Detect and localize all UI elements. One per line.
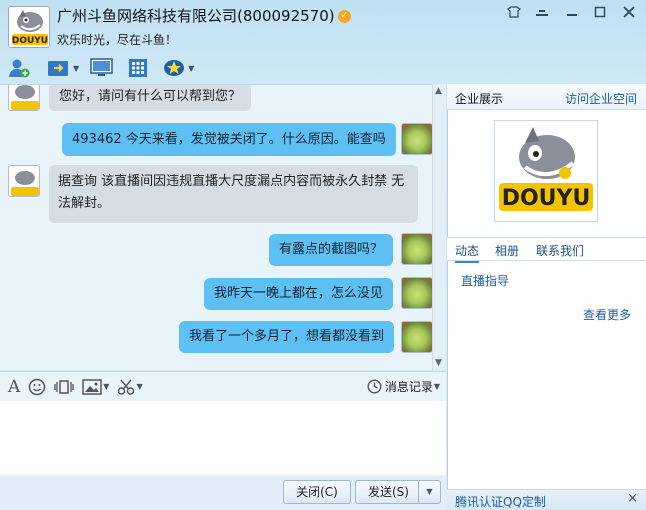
enterprise-logo-image[interactable]: DOUYU [494,120,598,222]
transfer-file-icon[interactable] [46,56,72,80]
enterprise-tabs: 动态 相册 联系我们 [447,237,646,263]
send-button[interactable]: 发送(S) ▼ [355,480,441,504]
transfer-dropdown-icon[interactable]: ▼ [73,64,79,73]
scroll-down-icon[interactable]: ▼ [435,358,442,368]
add-contact-icon[interactable] [6,56,32,80]
qq-certified-link[interactable]: 腾讯认证QQ定制 [455,493,546,510]
douyu-logo-icon: DOUYU [499,127,593,211]
live-guide-link[interactable]: 直播指导 [461,272,509,289]
douyu-logo-icon: DOUYU [9,7,49,47]
close-button[interactable]: 关闭(C) [283,480,351,504]
message-history-button[interactable]: 消息记录 ▼ [363,375,446,399]
input-toolbar: A ▼ ▼ 消息记录 ▼ [0,371,446,401]
app-grid-icon[interactable] [125,56,151,80]
send-label: 发送(S) [368,485,409,499]
tab-contact-us[interactable]: 联系我们 [536,242,584,259]
message-line: 据查询 该直播间因违规直播大尺度漏点内容而被永久封禁 无 [58,174,405,189]
enterprise-title: 企业展示 [455,92,504,106]
enterprise-service-icon[interactable] [161,56,187,80]
maximize-button[interactable] [590,6,610,24]
message-history[interactable]: 您好，请问有什么可以帮到您？ 493462 今天来看，发觉被关闭了。什么原因。能… [0,84,446,370]
service-dropdown-icon[interactable]: ▼ [188,64,194,73]
history-dropdown-icon[interactable]: ▼ [434,382,440,391]
send-bar: 关闭(C) 发送(S) ▼ [0,475,446,510]
close-window-button[interactable] [619,6,639,24]
message-bubble-incoming: 据查询 该直播间因违规直播大尺度漏点内容而被永久封禁 无 法解封。 [49,165,418,223]
message-line: 法解封。 [58,196,111,211]
minimize-button[interactable] [562,6,582,24]
logo-text: DOUYU [502,186,591,211]
view-more-link[interactable]: 查看更多 [583,306,631,323]
company-avatar[interactable]: DOUYU [8,6,50,48]
picture-icon[interactable]: ▼ [78,375,113,399]
clock-icon [367,379,382,394]
font-icon[interactable]: A [0,375,24,399]
douyu-logo-icon [9,85,39,110]
message-input[interactable] [0,401,446,475]
message-bubble-outgoing: 我看了一个多月了，想看都没看到 [179,321,395,353]
company-signature: 欢乐时光，尽在斗鱼！ [57,33,178,47]
user-avatar[interactable] [401,277,433,309]
skin-icon[interactable] [504,6,524,24]
chat-toolbar: ▼ ▼ [6,55,194,81]
history-label: 消息记录 [384,380,433,394]
visit-space-link[interactable]: 访问企业空间 [565,90,637,107]
message-bubble-outgoing: 有露点的截图吗？ [269,234,394,266]
tab-album[interactable]: 相册 [495,242,519,259]
screenshot-dropdown-icon[interactable]: ▼ [136,382,142,391]
tab-dynamics[interactable]: 动态 [455,242,480,263]
verified-badge-icon: ✓ [337,10,351,23]
scroll-up-icon[interactable]: ▲ [435,86,442,96]
picture-dropdown-icon[interactable]: ▼ [103,382,109,391]
company-name: 广州斗鱼网络科技有限公司(800092570) [57,7,335,25]
arrange-icon[interactable] [532,6,552,24]
message-bubble-incoming: 您好，请问有什么可以帮到您？ [49,85,252,111]
shake-window-icon[interactable] [50,375,78,399]
send-options-dropdown-icon[interactable]: ▼ [418,481,440,503]
user-avatar[interactable] [401,123,433,155]
user-avatar[interactable] [401,321,433,353]
user-avatar[interactable] [401,233,433,265]
company-message-avatar[interactable] [8,165,40,197]
qq-certified-footer: 腾讯认证QQ定制 × [447,489,646,510]
message-bubble-outgoing: 493462 今天来看，发觉被关闭了。什么原因。能查吗 [62,123,396,156]
chat-title: 广州斗鱼网络科技有限公司(800092570) ✓ [57,5,351,26]
chat-scrollbar[interactable]: ▲ ▼ [432,84,446,370]
douyu-logo-icon [9,166,39,196]
company-message-avatar[interactable] [8,85,40,111]
enterprise-panel-header: 企业展示 访问企业空间 [447,84,646,110]
screenshot-scissors-icon[interactable]: ▼ [113,375,146,399]
emoji-icon[interactable] [24,375,50,399]
message-bubble-outgoing: 我昨天一晚上都在，怎么没见 [204,278,394,310]
logo-text: DOUYU [12,36,48,46]
remote-desktop-icon[interactable] [89,56,115,80]
close-footer-icon[interactable]: × [627,491,638,506]
